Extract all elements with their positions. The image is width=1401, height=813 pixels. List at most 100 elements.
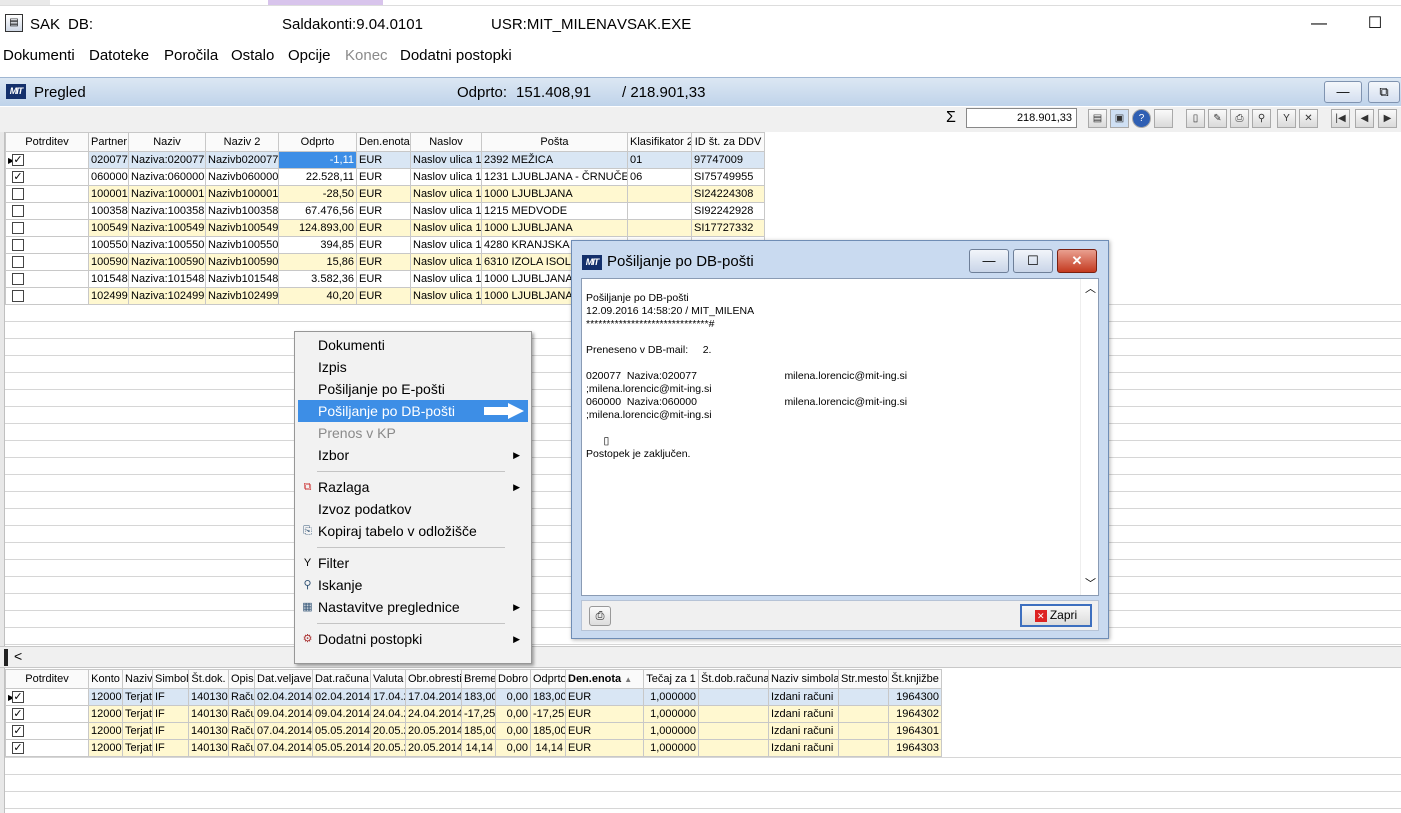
dialog-minimize-button[interactable]: — [969,249,1009,273]
cell-odprto[interactable]: -1,11 [278,151,357,169]
col-den-enota[interactable]: Den.enota [356,132,411,152]
cell-nazsim[interactable]: Izdani računi [768,705,839,723]
row-checkbox[interactable] [12,255,24,268]
row-checkbox-cell[interactable] [5,185,89,203]
col-tecaj[interactable]: Tečaj za 1 [643,669,699,689]
cell-simbol[interactable]: IF [152,688,189,706]
col-naziv[interactable]: Naziv [122,669,153,689]
row-checkbox-cell[interactable]: ✓ [5,722,89,740]
table-row[interactable]: ✓ 060000 Naziva:060000 Nazivb060000 22.528,1… [5,168,765,186]
cell-stdok[interactable]: 140130 [188,722,229,740]
cell-den[interactable]: EUR [356,253,411,271]
row-checkbox[interactable] [12,204,24,217]
cell-klas[interactable] [627,202,692,220]
cell-datrac[interactable]: 05.05.2014 [312,739,371,757]
row-checkbox[interactable]: ✓ [12,724,24,737]
row-checkbox-cell[interactable]: ✓ [5,168,89,186]
row-checkbox[interactable]: ✓ [12,153,24,166]
row-checkbox-cell[interactable]: ▶✓ [5,151,89,169]
cell-posta[interactable]: 1000 LJUBLJANA [481,185,628,203]
cell-odprto[interactable]: 185,00 [530,722,566,740]
cell-nazsim[interactable]: Izdani računi [768,739,839,757]
col-dat-racuna[interactable]: Dat.računa [312,669,371,689]
cell-naziv2[interactable]: Nazivb100590 [205,253,279,271]
cell-naslov[interactable]: Naslov ulica 1 [410,253,482,271]
row-checkbox-cell[interactable] [5,236,89,254]
row-checkbox[interactable]: ✓ [12,170,24,183]
col-posta[interactable]: Pošta [481,132,628,152]
cell-naslov[interactable]: Naslov ulica 1 [410,236,482,254]
cell-naslov[interactable]: Naslov ulica 1 [410,270,482,288]
cell-naslov[interactable]: Naslov ulica 1 [410,219,482,237]
cell-stdok[interactable]: 140130 [188,688,229,706]
nav-first-button[interactable]: |◀ [1331,109,1350,128]
cell-ddv[interactable]: SI17727332 [691,219,765,237]
edit-icon[interactable]: ✎ [1208,109,1227,128]
row-checkbox[interactable] [12,272,24,285]
table-row[interactable]: ✓ 12000 Terjat IF 140130 Raču 07.04.2014 05.05.… [5,739,942,757]
ctx-dokumenti[interactable]: Dokumenti [298,334,528,356]
row-checkbox-cell[interactable] [5,270,89,288]
cell-naziv2[interactable]: Nazivb101548 [205,270,279,288]
col-st-dob-racuna[interactable]: Št.dob.računa [698,669,769,689]
col-konto[interactable]: Konto [88,669,123,689]
cell-nazsim[interactable]: Izdani računi [768,688,839,706]
cell-valuta[interactable]: 20.05.2014 [370,739,406,757]
cell-den[interactable]: EUR [565,722,644,740]
cell-strm[interactable] [838,705,889,723]
cell-opis[interactable]: Raču [228,722,255,740]
splitter-bar[interactable]: < [0,646,1401,668]
filter-icon[interactable]: Y [1277,109,1296,128]
cell-strm[interactable] [838,739,889,757]
row-checkbox-cell[interactable]: ✓ [5,739,89,757]
menu-ostalo[interactable]: Ostalo [231,47,274,64]
search-icon[interactable]: ⚲ [1252,109,1271,128]
cell-dobro[interactable]: 0,00 [495,722,531,740]
col-partner[interactable]: Partner [88,132,129,152]
cell-tecaj[interactable]: 1,000000 [643,688,699,706]
cell-nazsim[interactable]: Izdani računi [768,722,839,740]
sum-field[interactable]: 218.901,33 [966,108,1077,128]
cell-partner[interactable]: 060000 [88,168,129,186]
cell-odprto[interactable]: -17,25 [530,705,566,723]
cell-partner[interactable]: 100549 [88,219,129,237]
col-dat-veljave[interactable]: Dat.veljave [254,669,313,689]
scroll-down-icon[interactable]: ﹀ [1085,578,1096,591]
cell-ddv[interactable]: SI92242928 [691,202,765,220]
cell-den[interactable]: EUR [356,236,411,254]
cell-opis[interactable]: Raču [228,739,255,757]
cell-partner[interactable]: 101548 [88,270,129,288]
cell-valuta[interactable]: 20.05.2014 [370,722,406,740]
row-checkbox[interactable] [12,221,24,234]
cell-naziv[interactable]: Terjat [122,739,153,757]
cell-konto[interactable]: 12000 [88,705,123,723]
scroll-up-icon[interactable]: ︿ [1085,283,1096,296]
cell-naziv2[interactable]: Nazivb100001 [205,185,279,203]
cell-odprto[interactable]: 15,86 [278,253,357,271]
cell-datvel[interactable]: 02.04.2014 [254,688,313,706]
menu-opcije[interactable]: Opcije [288,47,331,64]
cell-naziv[interactable]: Terjat [122,705,153,723]
col-simbol[interactable]: Simbol [152,669,189,689]
cell-klas[interactable]: 06 [627,168,692,186]
ctx-filter[interactable]: Y Filter [298,552,528,574]
col-opis[interactable]: Opis [228,669,255,689]
page-icon[interactable]: ▯ [1186,109,1205,128]
table-row[interactable]: 100549 Naziva:100549 Nazivb100549 124.893,0… [5,219,765,237]
col-valuta[interactable]: Valuta [370,669,406,689]
col-odprto[interactable]: Odprto [530,669,566,689]
cell-naziv2[interactable]: Nazivb100358 [205,202,279,220]
cell-naziv2[interactable]: Nazivb060000 [205,168,279,186]
ctx-kopiraj-tabelo[interactable]: ⎘ Kopiraj tabelo v odložišče [298,520,528,542]
cell-odprto[interactable]: 124.893,00 [278,219,357,237]
row-checkbox-cell[interactable] [5,287,89,305]
row-checkbox-cell[interactable] [5,202,89,220]
help-icon[interactable]: ? [1132,109,1151,128]
cell-naziv[interactable]: Naziva:102499 [128,287,206,305]
row-checkbox[interactable] [12,289,24,302]
blank-icon[interactable] [1154,109,1173,128]
col-st-dok[interactable]: Št.dok. [188,669,229,689]
col-naziv-simbola[interactable]: Naziv simbola [768,669,839,689]
cell-datrac[interactable]: 05.05.2014 [312,722,371,740]
cell-naslov[interactable]: Naslov ulica 1 [410,151,482,169]
